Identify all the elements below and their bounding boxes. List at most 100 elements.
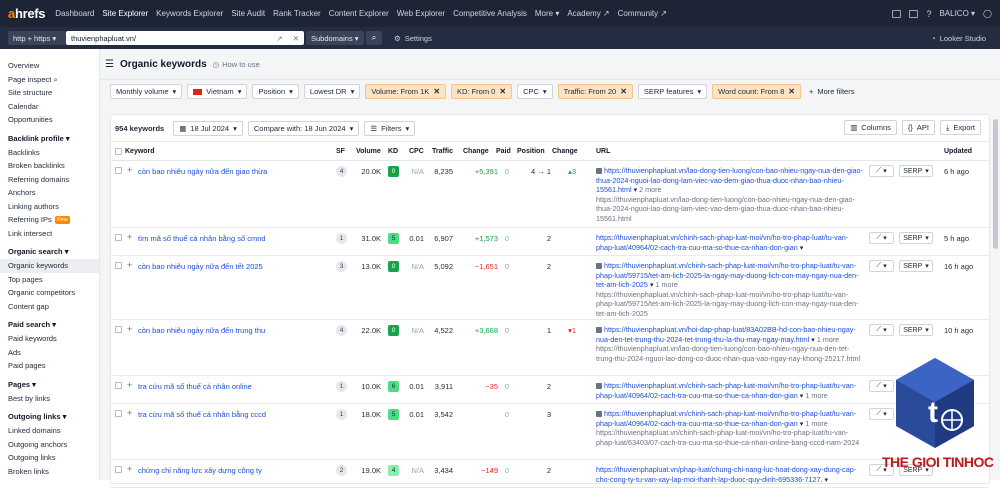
sidebar-item[interactable]: Calendar (0, 100, 99, 114)
filter-button[interactable]: Word count: From 8 ✕ (712, 84, 801, 99)
chevron-down-icon[interactable]: ▾ (811, 335, 815, 344)
sidebar-item[interactable]: Linking authors (0, 200, 99, 214)
serp-button[interactable]: SERP▾ (899, 260, 933, 272)
sidebar-item[interactable]: Referring domains (0, 173, 99, 187)
sidebar-item[interactable]: Content gap (0, 300, 99, 314)
keyword-link[interactable]: còn bao nhiêu ngày nữa đến tết 2025 (138, 262, 263, 271)
more-urls-link[interactable]: 2 more (639, 185, 661, 194)
filter-button[interactable]: Monthly volume ▾ (110, 84, 183, 99)
keyword-link[interactable]: còn bao nhiêu ngày nữa đến giao thừa (138, 167, 267, 176)
col-traffic[interactable]: Traffic (432, 148, 453, 155)
remove-filter-icon[interactable]: ✕ (433, 87, 440, 96)
sidebar-item[interactable]: Linked domains (0, 424, 99, 438)
nav-item[interactable]: Web Explorer (397, 9, 445, 18)
sidebar-item[interactable]: Opportunities (0, 113, 99, 127)
add-keyword-icon[interactable]: + (127, 261, 132, 270)
sidebar-item[interactable]: Best by links (0, 392, 99, 406)
notification-icon[interactable]: ◯ (983, 9, 992, 18)
sidebar-section-head[interactable]: Outgoing links ▾ (0, 410, 99, 424)
nav-item[interactable]: Site Explorer (102, 9, 148, 18)
more-filters-button[interactable]: + More filters (809, 87, 854, 96)
select-all-checkbox[interactable] (115, 148, 122, 155)
col-volume[interactable]: Volume (356, 148, 381, 155)
add-keyword-icon[interactable]: + (127, 409, 132, 418)
keyword-link[interactable]: còn bao nhiêu ngày nữa đến trung thu (138, 326, 265, 335)
row-checkbox[interactable] (115, 382, 122, 389)
settings-button[interactable]: ⚙ Settings (394, 34, 432, 43)
nav-item[interactable]: Content Explorer (329, 9, 389, 18)
nav-item[interactable]: Keywords Explorer (156, 9, 223, 18)
mode-select[interactable]: Subdomains ▾ (306, 31, 364, 45)
serp-button[interactable]: SERP▾ (899, 324, 933, 336)
open-link-icon[interactable]: ↗ (276, 34, 282, 43)
window-icon[interactable] (892, 9, 902, 18)
sidebar-section-head[interactable]: Backlink profile ▾ (0, 132, 99, 146)
sidebar-item[interactable]: Outgoing links (0, 451, 99, 465)
chevron-down-icon[interactable]: ▾ (825, 475, 829, 484)
keyword-link[interactable]: tìm mã số thuế cá nhân bằng số cmnd (138, 234, 266, 243)
clear-icon[interactable]: ✕ (293, 34, 299, 43)
filter-button[interactable]: Position ▾ (252, 84, 299, 99)
sidebar-item[interactable]: Outgoing anchors (0, 438, 99, 452)
secondary-url[interactable]: https://thuvienphapluat.vn/chinh-sach-ph… (596, 290, 863, 319)
sidebar-item[interactable]: Backlinks (0, 146, 99, 160)
col-sf[interactable]: SF (336, 148, 345, 155)
secondary-url[interactable]: https://thuvienphapluat.vn/chinh-sach-ph… (596, 428, 863, 447)
trend-button[interactable]: ⟋ ▾ (869, 165, 894, 177)
target-input[interactable]: thuvienphapluat.vn/ ↗ ✕ (66, 31, 304, 45)
tablet-icon[interactable] (909, 9, 919, 18)
col-position-change[interactable]: Change (552, 148, 578, 155)
sidebar-item[interactable]: Referring IPs New (0, 213, 99, 227)
sidebar-item[interactable]: Paid keywords (0, 332, 99, 346)
url-link[interactable]: https://thuvienphapluat.vn/chinh-sach-ph… (596, 233, 848, 252)
api-button[interactable]: {} API (901, 120, 935, 135)
filter-button[interactable]: Vietnam ▾ (187, 84, 248, 99)
add-keyword-icon[interactable]: + (127, 325, 132, 334)
sf-badge[interactable]: 3 (336, 261, 347, 272)
trend-button[interactable]: ⟋ ▾ (869, 232, 894, 244)
nav-item[interactable]: Dashboard (55, 9, 94, 18)
remove-filter-icon[interactable]: ✕ (788, 87, 795, 96)
sidebar-item[interactable]: Ads (0, 346, 99, 360)
nav-item[interactable]: Rank Tracker (273, 9, 321, 18)
search-button[interactable]: ⌕ (366, 31, 382, 45)
more-urls-link[interactable]: 1 more (656, 280, 678, 289)
col-paid[interactable]: Paid (496, 148, 511, 155)
table-row[interactable]: + chứng chỉ năng lực xây dựng công ty 2 … (111, 460, 989, 488)
help-icon[interactable]: ? (926, 9, 931, 19)
sidebar-item[interactable]: Page inspect ⌕ (0, 73, 99, 87)
col-updated[interactable]: Updated (944, 148, 972, 155)
sidebar-item[interactable]: Organic competitors (0, 286, 99, 300)
table-row[interactable]: + tìm mã số thuế cá nhân bằng số cmnd 1 … (111, 228, 989, 256)
sf-badge[interactable]: 1 (336, 381, 347, 392)
filter-button[interactable]: Traffic: From 20 ✕ (557, 84, 633, 99)
add-keyword-icon[interactable]: + (127, 465, 132, 474)
table-row[interactable]: + còn bao nhiêu ngày nữa đến trung thu 4… (111, 320, 989, 376)
sidebar-item[interactable]: Broken backlinks (0, 159, 99, 173)
columns-button[interactable]: ▥ Columns (844, 120, 897, 135)
row-checkbox[interactable] (115, 167, 122, 174)
sidebar-item[interactable]: Site structure (0, 86, 99, 100)
nav-item[interactable]: Site Audit (231, 9, 265, 18)
sf-badge[interactable]: 2 (336, 465, 347, 476)
filter-button[interactable]: KD: From 0 ✕ (451, 84, 513, 99)
trend-button[interactable]: ⟋ ▾ (869, 260, 894, 272)
table-row[interactable]: + tra cứu mã số thuế cá nhân online 1 10… (111, 376, 989, 404)
sidebar-section-head[interactable]: Paid search ▾ (0, 318, 99, 332)
col-position[interactable]: Position (517, 148, 545, 155)
filter-button[interactable]: Volume: From 1K ✕ (365, 84, 447, 99)
chevron-down-icon[interactable]: ▾ (800, 243, 804, 252)
table-row[interactable]: + còn bao nhiêu ngày nữa đến tết 2025 3 … (111, 256, 989, 320)
filters-button[interactable]: ☰ Filters ▾ (364, 120, 416, 136)
filter-button[interactable]: SERP features ▾ (637, 84, 708, 99)
sidebar-item[interactable]: Organic keywords (0, 259, 99, 273)
serp-button[interactable]: SERP▾ (899, 232, 933, 244)
sidebar-section-head[interactable]: Pages ▾ (0, 378, 99, 392)
sf-badge[interactable]: 4 (336, 325, 347, 336)
account-menu[interactable]: BALICO ▾ (939, 9, 975, 18)
sidebar-item[interactable]: Broken links (0, 465, 99, 479)
secondary-url[interactable]: https://thuvienphapluat.vn/lao-dong-tien… (596, 195, 863, 224)
table-row[interactable]: + còn bao nhiêu ngày nữa đến giao thừa 4… (111, 161, 989, 228)
sidebar-item[interactable]: Paid pages (0, 359, 99, 373)
col-keyword[interactable]: Keyword (125, 148, 155, 155)
